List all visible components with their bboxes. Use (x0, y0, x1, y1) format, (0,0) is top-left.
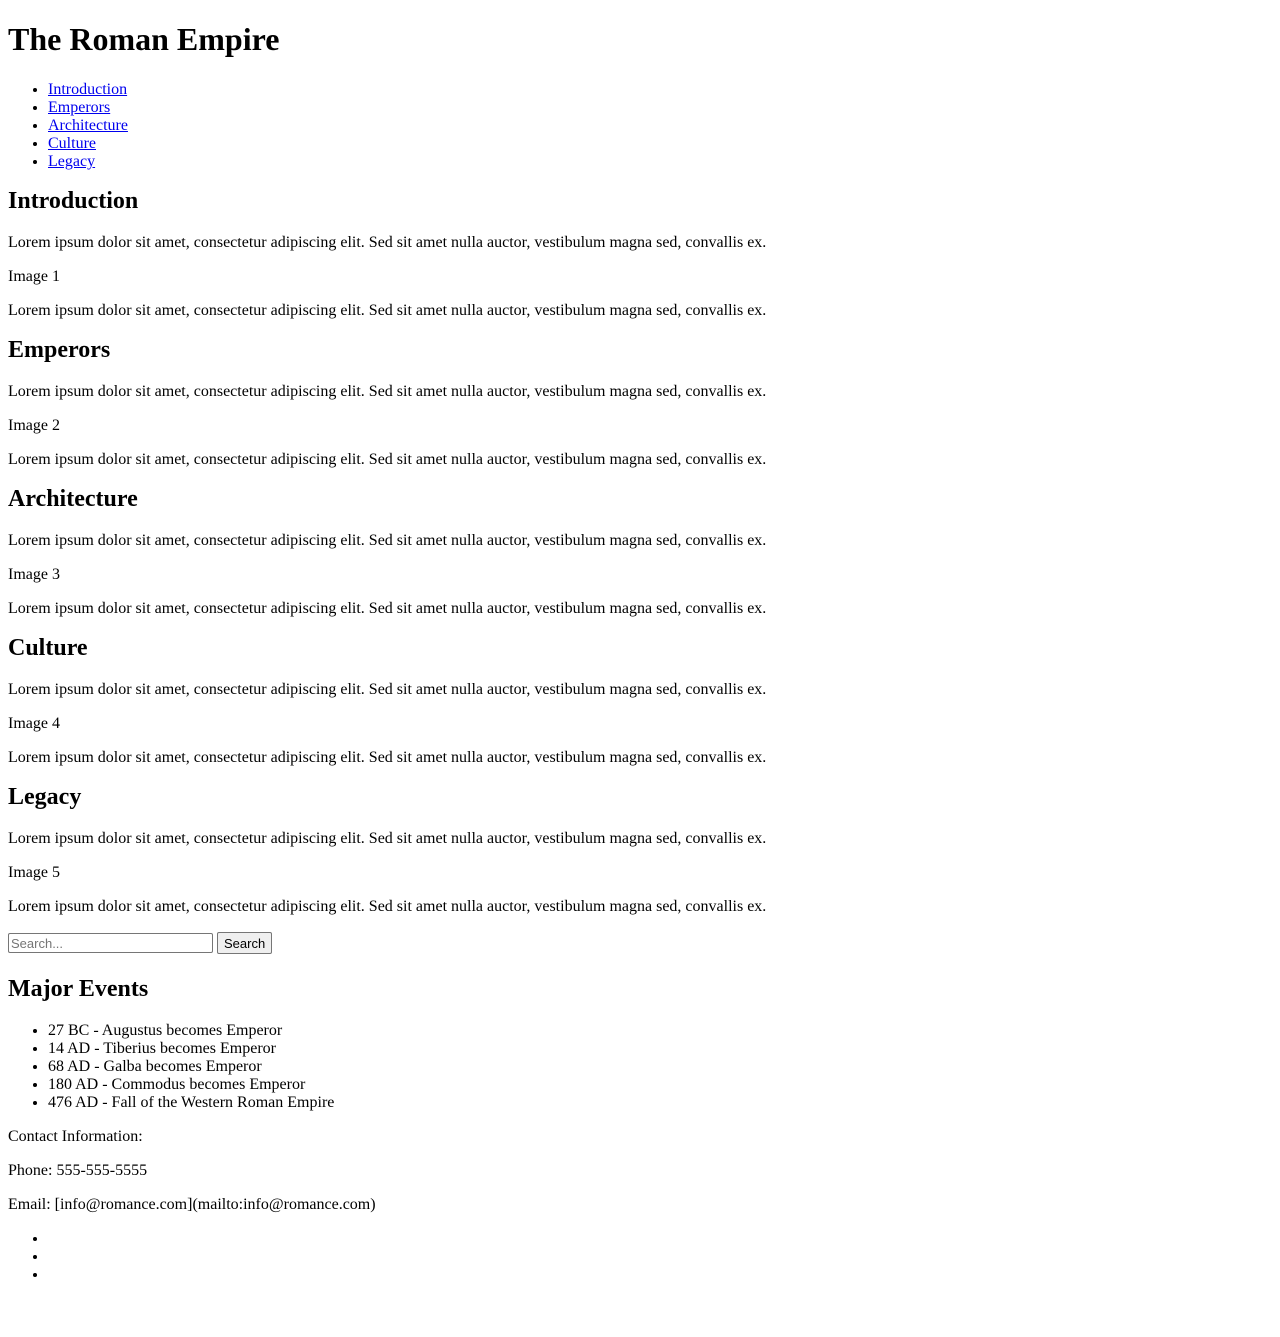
section-paragraph: Lorem ipsum dolor sit amet, consectetur … (8, 451, 767, 468)
events-heading: Major Events (8, 976, 149, 1002)
nav-link-introduction[interactable]: Introduction (48, 81, 127, 98)
nav-item-culture: Culture (48, 135, 1272, 153)
event-item: 14 AD - Tiberius becomes Emperor (48, 1040, 1272, 1058)
search-form: Search (8, 932, 1272, 954)
image-alt-text: Image 4 (8, 715, 60, 732)
search-button[interactable]: Search (217, 932, 273, 954)
image-alt-text: Image 3 (8, 566, 60, 583)
event-item: 68 AD - Galba becomes Emperor (48, 1058, 1272, 1076)
section-paragraph: Lorem ipsum dolor sit amet, consectetur … (8, 681, 767, 698)
nav-item-emperors: Emperors (48, 99, 1272, 117)
nav-list: Introduction Emperors Architecture Cultu… (8, 81, 1272, 171)
nav-item-legacy: Legacy (48, 153, 1272, 171)
section-paragraph: Lorem ipsum dolor sit amet, consectetur … (8, 898, 767, 915)
section-paragraph: Lorem ipsum dolor sit amet, consectetur … (8, 302, 767, 319)
section-heading: Architecture (8, 486, 138, 512)
section-image: Image 2 (8, 417, 1272, 435)
section-paragraph: Lorem ipsum dolor sit amet, consectetur … (8, 532, 767, 549)
section-culture: Culture Lorem ipsum dolor sit amet, cons… (8, 634, 1272, 767)
event-item: 180 AD - Commodus becomes Emperor (48, 1076, 1272, 1094)
section-heading: Legacy (8, 784, 82, 810)
section-heading: Emperors (8, 337, 111, 363)
social-list-item (48, 1266, 1272, 1284)
search-input[interactable] (8, 933, 213, 953)
section-image: Image 3 (8, 566, 1272, 584)
section-paragraph: Lorem ipsum dolor sit amet, consectetur … (8, 234, 767, 251)
page: The Roman Empire Introduction Emperors A… (0, 21, 1280, 1284)
image-alt-text: Image 2 (8, 417, 60, 434)
page-title: The Roman Empire (8, 21, 280, 57)
section-introduction: Introduction Lorem ipsum dolor sit amet,… (8, 187, 1272, 320)
social-list (8, 1230, 1272, 1284)
section-heading: Introduction (8, 188, 139, 214)
section-image: Image 4 (8, 715, 1272, 733)
event-item: 476 AD - Fall of the Western Roman Empir… (48, 1094, 1272, 1112)
section-paragraph: Lorem ipsum dolor sit amet, consectetur … (8, 830, 767, 847)
section-image: Image 1 (8, 268, 1272, 286)
section-paragraph: Lorem ipsum dolor sit amet, consectetur … (8, 600, 767, 617)
section-paragraph: Lorem ipsum dolor sit amet, consectetur … (8, 383, 767, 400)
social-list-item (48, 1248, 1272, 1266)
nav-link-legacy[interactable]: Legacy (48, 153, 95, 170)
section-image: Image 5 (8, 864, 1272, 882)
nav-item-architecture: Architecture (48, 117, 1272, 135)
image-alt-text: Image 1 (8, 268, 60, 285)
section-paragraph: Lorem ipsum dolor sit amet, consectetur … (8, 749, 767, 766)
contact-phone: Phone: 555-555-5555 (8, 1162, 148, 1179)
section-architecture: Architecture Lorem ipsum dolor sit amet,… (8, 485, 1272, 618)
contact-email: Email: [info@romance.com](mailto:info@ro… (8, 1196, 376, 1213)
nav-item-introduction: Introduction (48, 81, 1272, 99)
event-item: 27 BC - Augustus becomes Emperor (48, 1022, 1272, 1040)
image-alt-text: Image 5 (8, 864, 60, 881)
section-emperors: Emperors Lorem ipsum dolor sit amet, con… (8, 336, 1272, 469)
social-list-item (48, 1230, 1272, 1248)
section-legacy: Legacy Lorem ipsum dolor sit amet, conse… (8, 783, 1272, 916)
events-list: 27 BC - Augustus becomes Emperor 14 AD -… (8, 1022, 1272, 1112)
section-heading: Culture (8, 635, 88, 661)
nav-link-architecture[interactable]: Architecture (48, 117, 128, 134)
nav-link-culture[interactable]: Culture (48, 135, 96, 152)
nav-link-emperors[interactable]: Emperors (48, 99, 110, 116)
contact-heading: Contact Information: (8, 1128, 143, 1145)
